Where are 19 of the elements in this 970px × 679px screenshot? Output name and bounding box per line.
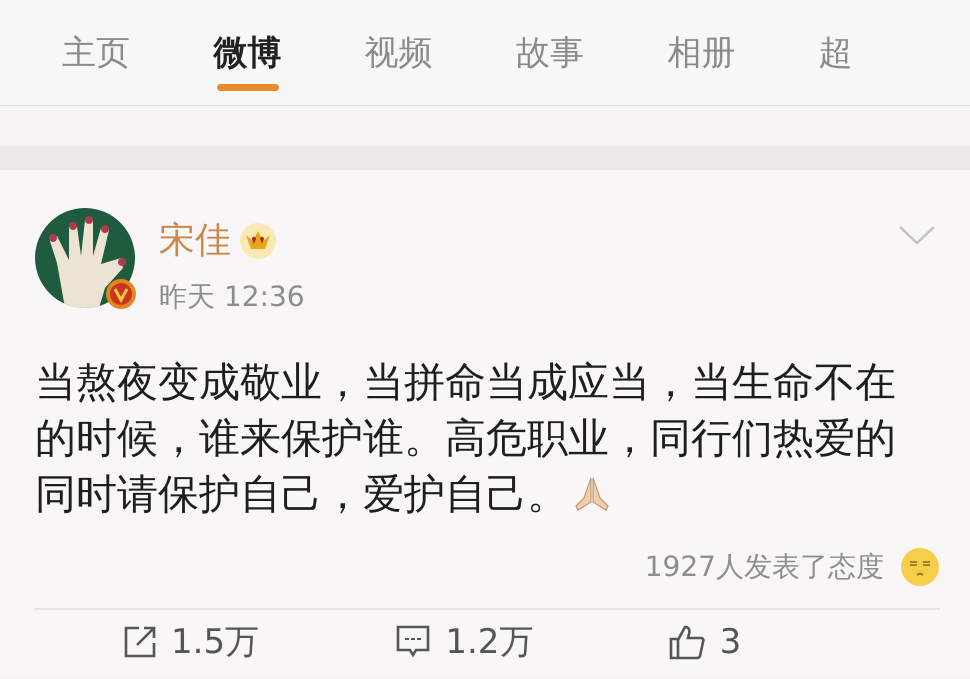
comment-button[interactable]: 1.2万	[395, 616, 668, 668]
post-time: 昨天 12:36	[159, 279, 306, 315]
repost-button[interactable]: 1.5万	[123, 616, 396, 668]
post-text-line: 的时候，谁来保护谁。高危职业，同行们热爱的	[35, 413, 896, 464]
comment-icon	[395, 624, 432, 660]
tab[interactable]: 故事	[516, 0, 668, 106]
tab[interactable]: 超	[818, 0, 970, 106]
share-icon	[123, 625, 157, 659]
tab[interactable]: 微博	[213, 0, 365, 106]
thumbs-up-icon	[668, 624, 706, 660]
tab[interactable]: 视频	[364, 0, 516, 106]
post-text-line: 同时请保护自己，爱护自己。	[35, 469, 568, 520]
sleepy-face-icon[interactable]	[900, 547, 940, 587]
tab[interactable]: 相册	[667, 0, 819, 106]
reaction-count[interactable]: 1927人发表了态度	[644, 546, 884, 588]
like-button[interactable]: 3	[668, 616, 940, 668]
author-name[interactable]: 宋佳	[159, 214, 231, 268]
tab[interactable]: 主页	[62, 0, 214, 106]
post-text-line: 当熬夜变成敬业，当拼命当成应当，当生命不在	[35, 357, 896, 408]
